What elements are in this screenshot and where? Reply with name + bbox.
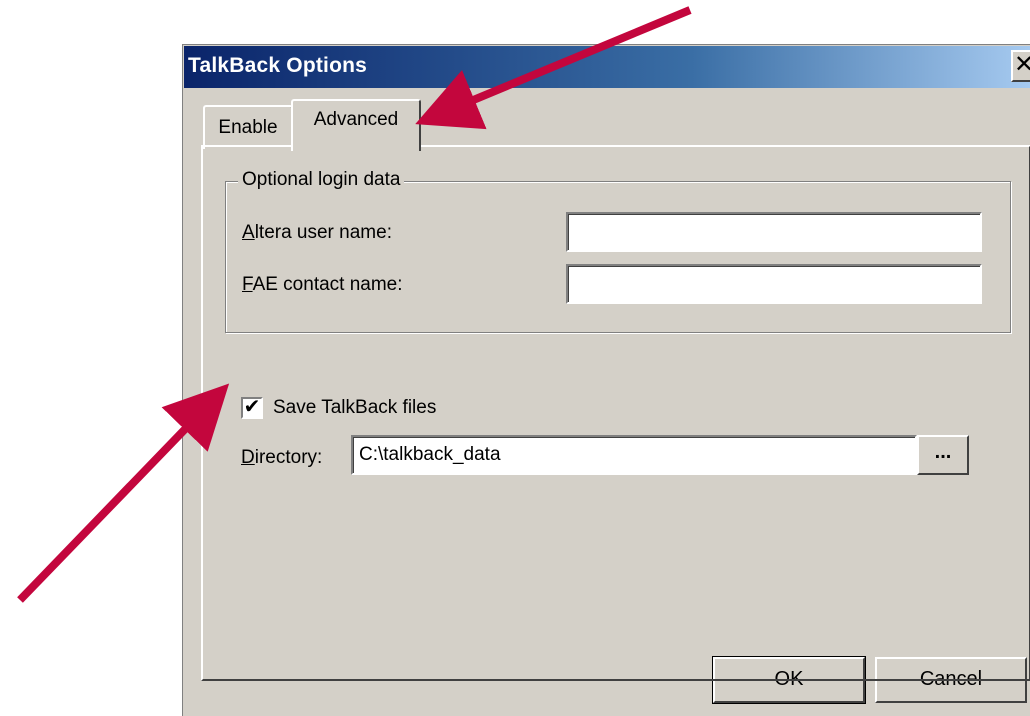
dialog-title: TalkBack Options	[188, 54, 368, 77]
directory-label: Directory:	[241, 447, 323, 468]
close-button[interactable]: ✕	[1011, 50, 1030, 82]
talkback-options-dialog: TalkBack Options ✕ Enable Advanced Optio…	[182, 44, 1030, 716]
tab-advanced[interactable]: Advanced	[291, 99, 421, 151]
directory-input[interactable]	[351, 435, 917, 475]
altera-user-name-label: Altera user name:	[242, 222, 392, 243]
altera-user-name-input[interactable]	[566, 212, 982, 252]
fae-contact-name-input[interactable]	[566, 264, 982, 304]
title-bar[interactable]: TalkBack Options	[184, 46, 1030, 88]
close-icon: ✕	[1013, 51, 1030, 78]
advanced-tab-panel: Optional login data Altera user name: FA…	[201, 145, 1030, 681]
checkmark-icon: ✔	[243, 396, 261, 418]
fae-contact-name-label: FAE contact name:	[242, 274, 403, 295]
login-data-groupbox: Optional login data Altera user name: FA…	[225, 169, 1011, 333]
tab-enable[interactable]: Enable	[203, 105, 293, 149]
save-talkback-files-checkbox[interactable]: ✔	[241, 397, 263, 419]
browse-directory-button[interactable]: ...	[917, 435, 969, 475]
tab-enable-label: Enable	[218, 117, 278, 138]
save-talkback-files-label[interactable]: Save TalkBack files	[273, 397, 436, 419]
groupbox-legend: Optional login data	[238, 169, 405, 191]
tab-advanced-label: Advanced	[313, 109, 399, 130]
